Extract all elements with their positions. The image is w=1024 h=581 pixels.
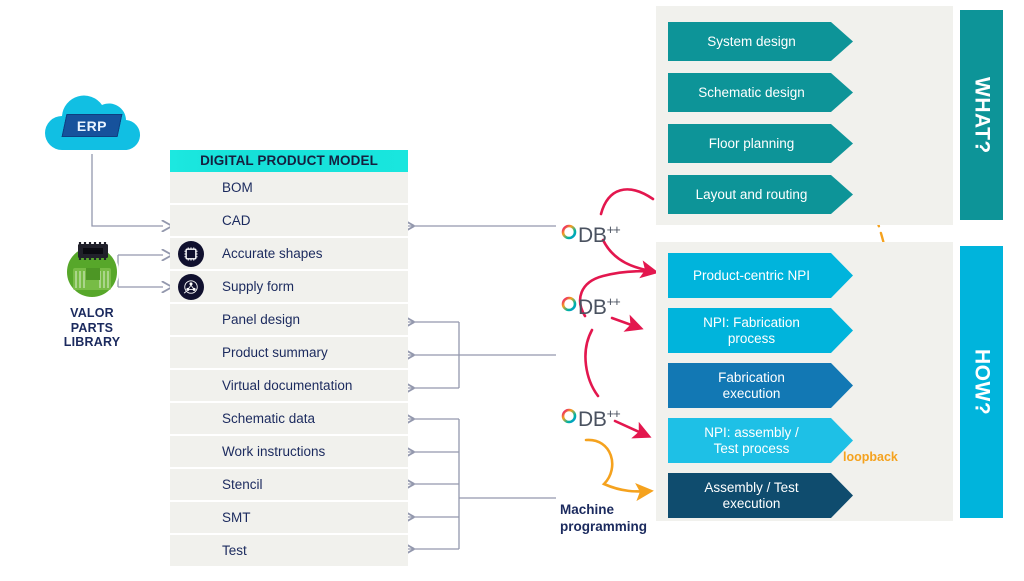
diagram-canvas: ERP VALOR PARTS LIBRARY DIGITAL PRODUCT … [0, 0, 1024, 581]
dpm-row-label: Test [222, 543, 247, 558]
what-step-label: Floor planning [708, 135, 795, 151]
what-step[interactable]: Floor planning [668, 124, 853, 163]
how-step-label: NPI: assembly / Test process [704, 425, 799, 456]
dpm-row-label: Panel design [222, 312, 301, 327]
what-sidebar: WHAT? [960, 10, 1003, 220]
orange-arrow-odb3-to-execution [584, 438, 654, 502]
what-sidebar-label: WHAT? [970, 76, 994, 154]
valor-label-line-3: LIBRARY [63, 335, 121, 349]
dpm-row-label: BOM [222, 180, 253, 195]
dpm-row[interactable]: Accurate shapes [170, 238, 408, 271]
odb-badge-2-text: DB++ [578, 293, 621, 319]
dpm-row[interactable]: Test [170, 535, 408, 568]
odb-ring-icon [561, 224, 577, 240]
erp-connector [91, 154, 163, 226]
supply-network-icon [178, 273, 204, 300]
dpm-row[interactable]: SMT [170, 502, 408, 535]
dpm-row[interactable]: Work instructions [170, 436, 408, 469]
what-step[interactable]: Schematic design [668, 73, 853, 112]
dpm-row-label: Work instructions [222, 444, 326, 459]
crimson-arrow-layout-to-odb [599, 188, 655, 216]
odb-badge-3-text: DB++ [578, 405, 621, 431]
dpm-row[interactable]: Virtual documentation [170, 370, 408, 403]
dpm-row-label: SMT [222, 510, 251, 525]
odb-badge-1-text: DB++ [578, 221, 621, 247]
erp-cloud: ERP [38, 92, 146, 154]
crimson-arrow-odb2-to-fab [610, 314, 644, 332]
odb2-feed-connector [404, 322, 556, 388]
digital-product-model-row-list: BOM CAD Accurate shapes Supply form Panel de… [170, 172, 408, 568]
dpm-row[interactable]: BOM [170, 172, 408, 205]
erp-label: ERP [77, 117, 107, 134]
dpm-row-label: Supply form [222, 279, 295, 294]
how-step-label: NPI: Fabrication process [703, 315, 800, 346]
odb-badge-3: DB++ [561, 403, 621, 431]
crimson-arrow-odb2-to-odb3 [584, 328, 600, 398]
machine-programming-connector [404, 419, 556, 549]
dpm-row[interactable]: Product summary [170, 337, 408, 370]
odb-badge-2: DB++ [561, 291, 621, 319]
how-step[interactable]: NPI: Fabrication process [668, 308, 853, 353]
valor-parts-library-label: VALOR PARTS LIBRARY [32, 306, 152, 350]
how-step-label: Assembly / Test execution [704, 480, 799, 511]
dpm-row-label: Stencil [222, 477, 263, 492]
dpm-row-label: Product summary [222, 345, 328, 360]
dpm-row[interactable]: Panel design [170, 304, 408, 337]
dpm-row[interactable]: Supply form [170, 271, 408, 304]
chip-icon [178, 240, 204, 267]
how-step-label: Fabrication execution [718, 370, 785, 401]
dpm-row-label: CAD [222, 213, 251, 228]
how-sidebar-label: HOW? [970, 348, 994, 416]
valor-label-line-1: VALOR [70, 306, 114, 320]
what-step-label: System design [707, 33, 796, 49]
odb-badge-1: DB++ [561, 219, 621, 247]
dpm-row-label: Accurate shapes [222, 246, 323, 261]
how-step[interactable]: Product-centric NPI [668, 253, 853, 298]
what-step[interactable]: Layout and routing [668, 175, 853, 214]
dpm-row[interactable]: Stencil [170, 469, 408, 502]
what-step[interactable]: System design [668, 22, 853, 61]
what-step-label: Layout and routing [695, 186, 808, 202]
erp-badge: ERP [61, 114, 123, 137]
how-step[interactable]: NPI: assembly / Test process [668, 418, 853, 463]
how-sidebar: HOW? [960, 246, 1003, 518]
crimson-arrow-odb3-to-assembly [613, 419, 652, 439]
dpm-row[interactable]: Schematic data [170, 403, 408, 436]
valor-parts-library: VALOR PARTS LIBRARY [32, 238, 152, 350]
digital-product-model-title: DIGITAL PRODUCT MODEL [170, 150, 408, 172]
dpm-row-label: Virtual documentation [222, 378, 353, 393]
loopback-label: loopback [843, 450, 898, 464]
digital-product-model-panel: DIGITAL PRODUCT MODEL BOM CAD Accurate sha… [170, 150, 408, 568]
dpm-row[interactable]: CAD [170, 205, 408, 238]
valor-parts-library-icon [61, 238, 123, 300]
dpm-row-label: Schematic data [222, 411, 316, 426]
how-step-label: Product-centric NPI [692, 267, 811, 283]
odb-ring-icon [561, 408, 577, 424]
what-step-label: Schematic design [698, 84, 805, 100]
how-step[interactable]: Fabrication execution [668, 363, 853, 408]
how-step[interactable]: Assembly / Test execution [668, 473, 853, 518]
valor-label-line-2: PARTS [70, 320, 114, 335]
machine-programming-label: Machine programming [560, 502, 648, 534]
odb-ring-icon [561, 296, 577, 312]
